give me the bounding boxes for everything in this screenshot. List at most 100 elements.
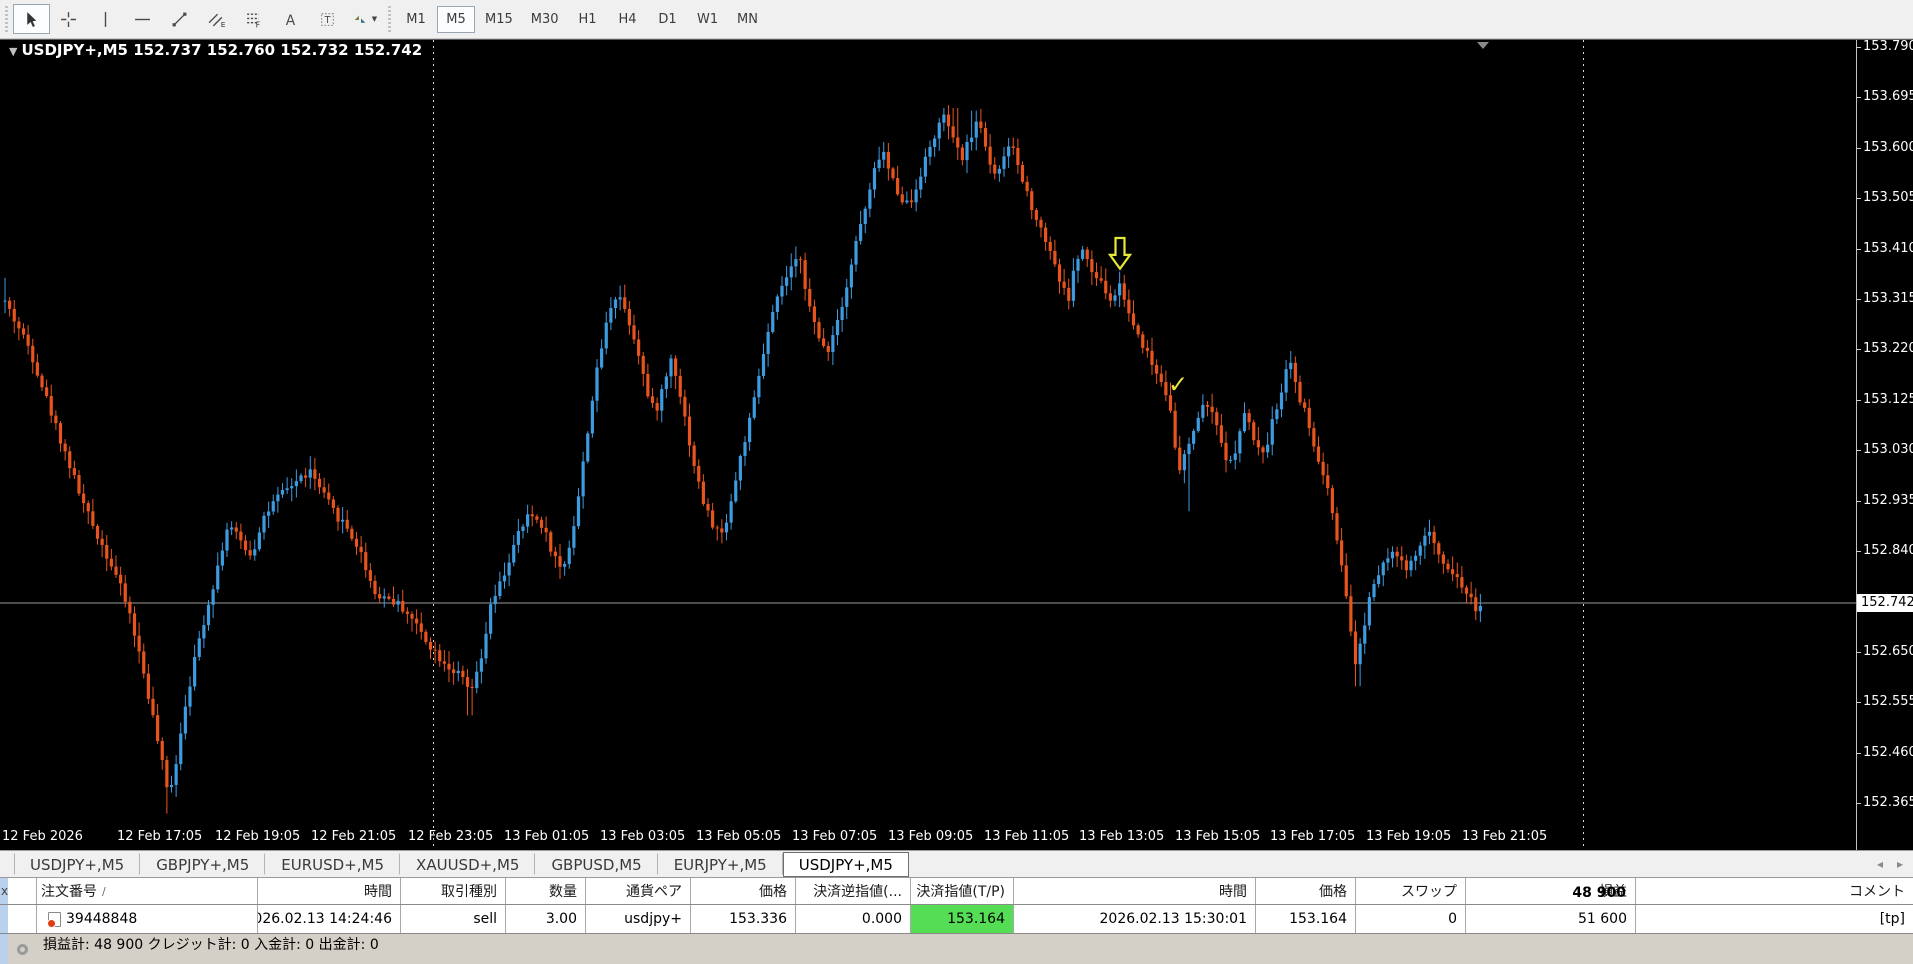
chart-tab-usdjpy-m5[interactable]: USDJPY+,M5 — [14, 853, 141, 875]
horizontal-line-tool-button[interactable] — [124, 4, 161, 34]
trade-cell-gutter — [0, 905, 36, 933]
header-cell-tp[interactable]: 決済指値(T/P) — [910, 878, 1013, 904]
vertical-line-tool-button[interactable] — [87, 4, 124, 34]
trade-history-row[interactable]: 39448848 2026.02.13 14:24:46 sell 3.00 usdjp… — [0, 905, 1913, 933]
time-axis-label: 12 Feb 19:05 — [215, 829, 301, 844]
time-axis-label: 12 Feb 23:05 — [408, 829, 494, 844]
candlestick-plot[interactable]: ✓ — [0, 40, 1913, 851]
chart-title-symbol: USDJPY+,M5 — [21, 41, 128, 59]
timeframe-d1-button[interactable]: D1 — [649, 6, 687, 33]
price-axis-tick — [1856, 651, 1861, 653]
price-axis-tick — [1856, 47, 1861, 48]
summary-text: 損益計: 48 900 クレジット計: 0 入金計: 0 出金計: 0 — [43, 937, 379, 953]
svg-text:F: F — [256, 20, 261, 28]
timeframe-m30-button[interactable]: M30 — [523, 6, 567, 33]
fibonacci-retracement-tool-button[interactable]: F — [235, 4, 272, 34]
chart-title: ▼ USDJPY+,M5 152.737 152.760 152.732 152.… — [9, 41, 422, 59]
mt4-window: E F A T ▼ M1 M5 M15 M30 H1 H4 D1 W1 MN ✓ ▼ USDJPY+,M5… — [0, 0, 1913, 964]
header-cell-open_time[interactable]: 時間 — [257, 878, 400, 904]
svg-text:E: E — [221, 19, 225, 27]
timeframe-m15-button[interactable]: M15 — [477, 6, 521, 33]
chart-tab-gbpusd-m5[interactable]: GBPUSD,M5 — [535, 853, 658, 875]
trade-cell-symbol: usdjpy+ — [585, 905, 690, 933]
price-axis-tick — [1856, 500, 1861, 502]
trendline-tool-button[interactable] — [161, 4, 198, 34]
time-axis-label: 13 Feb 07:05 — [792, 829, 878, 844]
cursor-tool-button[interactable] — [13, 4, 50, 34]
toolbar-tools: E F A T ▼ — [13, 4, 383, 34]
dropdown-caret-icon[interactable]: ▼ — [372, 15, 377, 23]
tab-scroll-controls: ◂ ▸ — [1877, 857, 1913, 871]
price-axis-tick — [1856, 248, 1861, 250]
timeframe-mn-button[interactable]: MN — [729, 6, 767, 33]
chart-tab-gbpjpy-m5[interactable]: GBPJPY+,M5 — [140, 853, 266, 875]
text-tool-button[interactable]: A — [272, 4, 309, 34]
header-cell-volume[interactable]: 数量 — [505, 878, 585, 904]
closed-order-icon — [47, 911, 61, 928]
sort-ascending-icon: ∕ — [102, 884, 106, 898]
price-axis-tick — [1856, 752, 1861, 754]
chart-tab-xauusd-m5[interactable]: XAUUSD+,M5 — [400, 853, 536, 875]
header-cell-sl[interactable]: 決済逆指値(... — [795, 878, 910, 904]
timeframe-h1-button[interactable]: H1 — [569, 6, 607, 33]
toolbar-grip[interactable] — [3, 6, 10, 32]
time-axis-label: 13 Feb 09:05 — [888, 829, 974, 844]
header-cell-open_price[interactable]: 価格 — [690, 878, 795, 904]
time-axis-label: 13 Feb 21:05 — [1462, 829, 1548, 844]
chart-area[interactable]: ✓ ▼ USDJPY+,M5 152.737 152.760 152.732 15… — [0, 39, 1913, 851]
time-axis-label: 12 Feb 21:05 — [311, 829, 397, 844]
trade-cell-open_price: 153.336 — [690, 905, 795, 933]
crosshair-tool-button[interactable] — [50, 4, 87, 34]
header-cell-order[interactable]: 注文番号 ∕ — [36, 878, 257, 904]
price-axis-label: 153.030 — [1863, 442, 1913, 458]
price-axis-tick — [1856, 349, 1861, 351]
trade-cell-volume: 3.00 — [505, 905, 585, 933]
tab-scroll-left-icon[interactable]: ◂ — [1877, 857, 1883, 871]
trade-cell-close_price: 153.164 — [1255, 905, 1355, 933]
price-axis-tick — [1856, 450, 1861, 452]
chart-tab-usdjpy-m5[interactable]: USDJPY+,M5 — [782, 851, 909, 877]
timeframe-h4-button[interactable]: H4 — [609, 6, 647, 33]
trade-cell-type: sell — [400, 905, 505, 933]
price-axis-tick — [1856, 198, 1861, 200]
header-cell-swap[interactable]: スワップ — [1355, 878, 1465, 904]
chart-tab-bar: USDJPY+,M5 GBPJPY+,M5 EURUSD+,M5 XAUUSD+,M5… — [0, 850, 1913, 878]
price-axis-label: 153.125 — [1863, 391, 1913, 407]
text-tool-icon: A — [282, 11, 299, 27]
header-cell-symbol[interactable]: 通貨ペア — [585, 878, 690, 904]
symbol-dropdown-triangle-icon[interactable]: ▼ — [9, 45, 17, 58]
price-axis-label: 153.600 — [1863, 139, 1913, 155]
timeframe-w1-button[interactable]: W1 — [689, 6, 727, 33]
header-cell-close_time[interactable]: 時間 — [1013, 878, 1255, 904]
trade-cell-swap: 0 — [1355, 905, 1465, 933]
timeframe-m1-button[interactable]: M1 — [397, 6, 435, 33]
time-axis-label: 12 Feb 2026 — [2, 829, 83, 844]
chart-tab-eurusd-m5[interactable]: EURUSD+,M5 — [265, 853, 401, 875]
trendline-tool-icon — [171, 11, 188, 28]
price-axis-label: 153.315 — [1863, 290, 1913, 306]
header-cell-type[interactable]: 取引種別 — [400, 878, 505, 904]
summary-row: 損益計: 48 900 クレジット計: 0 入金計: 0 出金計: 0 48 9… — [0, 885, 1913, 964]
trade-cell-order: 39448848 — [36, 905, 257, 933]
terminal-close-button[interactable]: x — [1, 885, 8, 897]
time-axis-label: 13 Feb 17:05 — [1270, 829, 1356, 844]
price-axis-label: 152.555 — [1863, 694, 1913, 710]
sell-signal-arrow-icon — [1107, 236, 1133, 271]
text-label-tool-button[interactable]: T — [309, 4, 346, 34]
header-cell-close_price[interactable]: 価格 — [1255, 878, 1355, 904]
tab-scroll-right-icon[interactable]: ▸ — [1897, 857, 1903, 871]
price-axis-label: 153.220 — [1863, 341, 1913, 357]
equidistant-channel-tool-button[interactable]: E — [198, 4, 235, 34]
timeframe-m5-button[interactable]: M5 — [437, 5, 475, 33]
trade-cell-profit: 51 600 — [1465, 905, 1635, 933]
price-axis-label: 153.505 — [1863, 190, 1913, 206]
timeframe-toolbar-grip[interactable] — [386, 6, 393, 32]
terminal-header-row: x 注文番号 ∕ 時間 取引種別 数量 通貨ペア 価格 決済逆指値(... 決済指値(T/P) 時間… — [0, 878, 1913, 905]
arrows-tool-button[interactable]: ▼ — [346, 4, 383, 34]
price-axis-tick — [1856, 702, 1861, 704]
trade-cell-open_time: 2026.02.13 14:24:46 — [257, 905, 400, 933]
trade-cell-comment: [tp] — [1635, 905, 1913, 933]
chart-tab-eurjpy-m5[interactable]: EURJPY+,M5 — [658, 853, 783, 875]
header-cell-comment[interactable]: コメント — [1635, 878, 1913, 904]
price-axis-label: 152.840 — [1863, 542, 1913, 558]
